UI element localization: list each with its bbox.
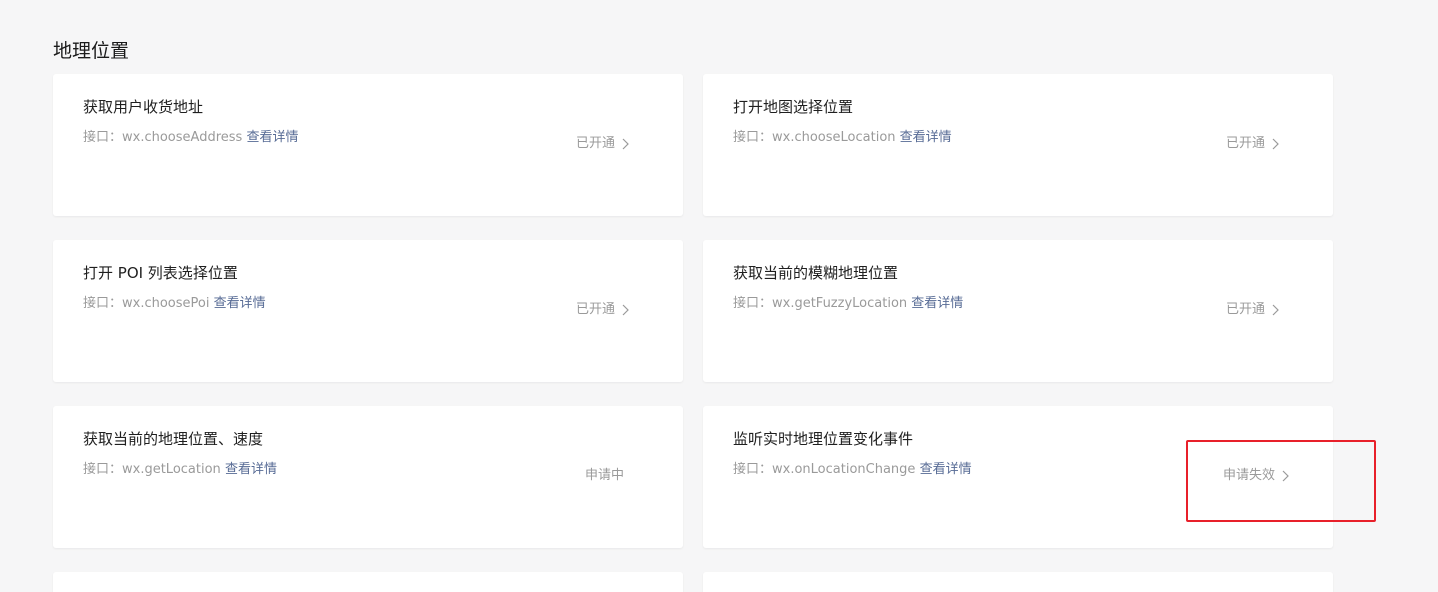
status-button[interactable]: 已开通 (576, 301, 630, 319)
chevron-right-icon (621, 138, 630, 150)
card-api-desc: 接口：wx.getLocation 查看详情 (83, 461, 277, 479)
status-text: 申请中 (585, 467, 624, 485)
view-details-link[interactable]: 查看详情 (911, 296, 963, 311)
api-card-get-fuzzy-location: 获取当前的模糊地理位置 接口：wx.getFuzzyLocation 查看详情 … (703, 240, 1333, 382)
api-card-choose-address: 获取用户收货地址 接口：wx.chooseAddress 查看详情 已开通 (53, 74, 683, 216)
view-details-link[interactable]: 查看详情 (214, 296, 266, 311)
api-name: 接口：wx.chooseAddress (83, 130, 243, 145)
api-name: 接口：wx.onLocationChange (733, 462, 916, 477)
card-title: 打开 POI 列表选择位置 (83, 264, 238, 282)
api-name: 接口：wx.getLocation (83, 462, 221, 477)
api-card-get-location: 获取当前的地理位置、速度 接口：wx.getLocation 查看详情 申请中 (53, 406, 683, 548)
card-api-desc: 接口：wx.onLocationChange 查看详情 (733, 461, 972, 479)
view-details-link[interactable]: 查看详情 (246, 130, 298, 145)
page: 地理位置 获取用户收货地址 接口：wx.chooseAddress 查看详情 已… (0, 0, 1438, 592)
view-details-link[interactable]: 查看详情 (920, 462, 972, 477)
view-details-link[interactable]: 查看详情 (900, 130, 952, 145)
api-card-choose-poi: 打开 POI 列表选择位置 接口：wx.choosePoi 查看详情 已开通 (53, 240, 683, 382)
card-title: 监听实时地理位置变化事件 (733, 430, 914, 448)
status-label: 已开通 (1225, 302, 1265, 317)
api-name: 接口：wx.choosePoi (83, 296, 210, 311)
status-label: 已开通 (575, 136, 615, 151)
chevron-right-icon (1271, 304, 1280, 316)
card-api-desc: 接口：wx.getFuzzyLocation 查看详情 (733, 295, 963, 313)
status-button[interactable]: 已开通 (1226, 301, 1280, 319)
api-card-partial (53, 572, 683, 592)
status-button[interactable]: 已开通 (576, 135, 630, 153)
card-api-desc: 接口：wx.choosePoi 查看详情 (83, 295, 266, 313)
api-name: 接口：wx.chooseLocation (733, 130, 896, 145)
api-name: 接口：wx.getFuzzyLocation (733, 296, 908, 311)
card-title: 获取当前的地理位置、速度 (83, 430, 264, 448)
api-card-choose-location: 打开地图选择位置 接口：wx.chooseLocation 查看详情 已开通 (703, 74, 1333, 216)
api-card-partial (703, 572, 1333, 592)
status-label: 申请中 (584, 468, 624, 483)
status-button[interactable]: 已开通 (1226, 135, 1280, 153)
highlight-box (1186, 440, 1376, 522)
card-title: 获取用户收货地址 (83, 98, 204, 116)
next-row-partial (53, 572, 1333, 592)
view-details-link[interactable]: 查看详情 (225, 462, 277, 477)
card-title: 打开地图选择位置 (733, 98, 854, 116)
card-title: 获取当前的模糊地理位置 (733, 264, 899, 282)
chevron-right-icon (1271, 138, 1280, 150)
api-card-grid: 获取用户收货地址 接口：wx.chooseAddress 查看详情 已开通 打开… (53, 74, 1333, 548)
status-label: 已开通 (1225, 136, 1265, 151)
card-api-desc: 接口：wx.chooseAddress 查看详情 (83, 129, 298, 147)
card-api-desc: 接口：wx.chooseLocation 查看详情 (733, 129, 952, 147)
status-label: 已开通 (575, 302, 615, 317)
section-title: 地理位置 (53, 40, 130, 62)
chevron-right-icon (621, 304, 630, 316)
